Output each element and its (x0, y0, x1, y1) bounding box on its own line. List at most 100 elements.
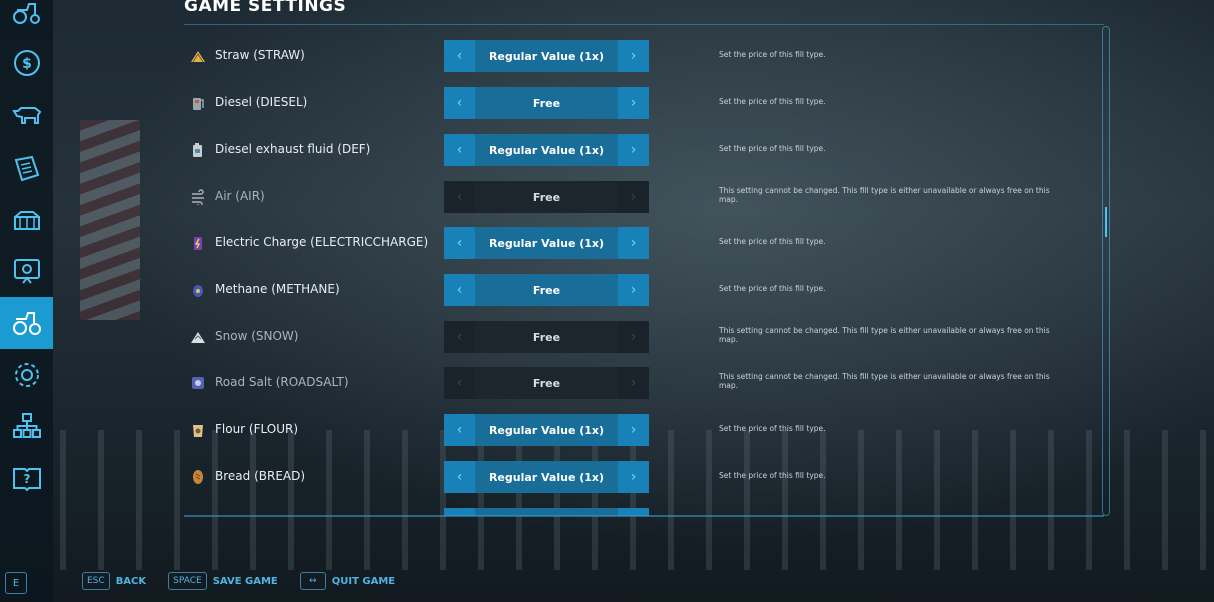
sidebar-item-map[interactable] (0, 251, 53, 291)
price-selector: ‹ Free › (444, 321, 649, 353)
list-bottom-divider (184, 515, 1104, 517)
scrollbar-thumb[interactable] (1105, 207, 1107, 237)
sidebar-item-animals[interactable] (0, 96, 53, 136)
arrow-left-button[interactable]: ‹ (444, 134, 475, 166)
setting-description: Set the price of this fill type. (719, 471, 826, 480)
setting-name: Flour (FLOUR) (215, 422, 299, 436)
setting-description: Set the price of this fill type. (719, 97, 826, 106)
sidebar-item-finances[interactable]: $ (0, 43, 53, 83)
setting-description: This setting cannot be changed. This fil… (719, 372, 1050, 390)
sidebar-item-settings[interactable] (0, 355, 53, 395)
arrow-right-button[interactable]: › (618, 40, 649, 72)
dollar-icon: $ (13, 50, 40, 76)
arrow-right-button: › (618, 321, 649, 353)
arrow-left-button: ‹ (444, 367, 475, 399)
sidebar-item-hierarchy[interactable] (0, 406, 53, 446)
setting-description: Set the price of this fill type. (719, 284, 826, 293)
arrow-right-button[interactable]: › (618, 414, 649, 446)
arrow-left-button[interactable]: ‹ (444, 461, 475, 493)
price-selector: ‹ Regular Value (1x) › (444, 134, 649, 166)
arrow-right-button[interactable]: › (618, 461, 649, 493)
arrow-left-button[interactable]: ‹ (444, 414, 475, 446)
arrow-right-button[interactable]: › (618, 274, 649, 306)
footer-bar: ESC BACK SPACE SAVE GAME ↔ QUIT GAME (82, 572, 395, 590)
sidebar-item-vehicles[interactable] (0, 297, 53, 349)
setting-description: Set the price of this fill type. (719, 237, 826, 246)
sidebar-item-tractor[interactable] (0, 0, 53, 32)
setting-row-methane: Methane (METHANE) ‹ Free › Set the price… (170, 274, 1104, 306)
button-label: BACK (115, 575, 147, 587)
price-value: Regular Value (1x) (475, 40, 618, 72)
hierarchy-icon (12, 413, 41, 438)
price-value: Free (475, 367, 618, 399)
arrow-right-button[interactable]: › (618, 134, 649, 166)
snow-icon (191, 332, 205, 343)
setting-description: Set the price of this fill type. (719, 424, 826, 433)
scrollbar[interactable] (1102, 26, 1110, 516)
arrow-right-button: › (618, 181, 649, 213)
setting-description: This setting cannot be changed. This fil… (719, 186, 1050, 204)
roadsalt-icon (192, 377, 204, 389)
price-value: Regular Value (1x) (475, 461, 618, 493)
gear-icon (14, 363, 39, 387)
price-value: Regular Value (1x) (475, 227, 618, 259)
arrow-right-button[interactable]: › (618, 227, 649, 259)
arrow-right-button[interactable]: › (618, 87, 649, 119)
contracts-icon (14, 155, 39, 182)
setting-description: Set the price of this fill type. (719, 144, 826, 153)
price-value: Free (475, 274, 618, 306)
sidebar-item-production[interactable] (0, 199, 53, 239)
setting-row-electric-charge: Electric Charge (ELECTRICCHARGE) ‹ Regul… (170, 227, 1104, 259)
straw-icon (191, 51, 205, 63)
price-selector: ‹ Regular Value (1x) › (444, 461, 649, 493)
setting-name: Air (AIR) (215, 189, 265, 203)
e-key-hint[interactable]: E (5, 572, 27, 594)
price-value: Regular Value (1x) (475, 414, 618, 446)
help-book-icon: ? (12, 468, 41, 492)
sidebar-item-contracts[interactable] (0, 149, 53, 189)
setting-name: Diesel exhaust fluid (DEF) (215, 142, 371, 156)
setting-row-straw: Straw (STRAW) ‹ Regular Value (1x) › Set… (170, 40, 1104, 72)
production-icon (13, 211, 40, 230)
button-label: SAVE GAME (212, 575, 278, 587)
price-value: Free (475, 87, 618, 119)
arrow-left-button[interactable]: ‹ (444, 274, 475, 306)
setting-row-def: Diesel exhaust fluid (DEF) ‹ Regular Val… (170, 134, 1104, 166)
arrow-left-button[interactable]: ‹ (444, 87, 475, 119)
price-selector: ‹ Regular Value (1x) › (444, 227, 649, 259)
setting-name: Methane (METHANE) (215, 282, 340, 296)
svg-text:$: $ (22, 56, 32, 72)
tractor-icon (12, 3, 40, 24)
arrow-left-button: ‹ (444, 321, 475, 353)
quit-game-button[interactable]: ↔ QUIT GAME (299, 572, 395, 590)
price-selector: ‹ Free › (444, 87, 649, 119)
svg-text:?: ? (23, 472, 30, 486)
price-selector: ‹ Free › (444, 274, 649, 306)
sidebar: $ ? E (0, 0, 53, 602)
setting-name: Snow (SNOW) (215, 329, 299, 343)
price-value: Regular Value (1x) (475, 134, 618, 166)
bread-icon (193, 470, 203, 484)
arrow-left-button[interactable]: ‹ (444, 40, 475, 72)
sidebar-item-help[interactable]: ? (0, 458, 53, 498)
price-selector: ‹ Free › (444, 181, 649, 213)
cow-icon (11, 107, 41, 124)
setting-name: Road Salt (ROADSALT) (215, 375, 349, 389)
price-selector: ‹ Regular Value (1x) › (444, 40, 649, 72)
save-game-button[interactable]: SPACE SAVE GAME (168, 572, 278, 590)
setting-row-bread: Bread (BREAD) ‹ Regular Value (1x) › Set… (170, 461, 1104, 493)
key-hint: ESC (82, 572, 110, 590)
flour-icon (193, 425, 203, 437)
setting-name: Straw (STRAW) (215, 48, 305, 62)
diesel-icon (193, 98, 204, 110)
setting-description: This setting cannot be changed. This fil… (719, 326, 1050, 344)
back-button[interactable]: ESC BACK (82, 572, 146, 590)
arrow-left-button: ‹ (444, 181, 475, 213)
setting-row-air: Air (AIR) ‹ Free › This setting cannot b… (170, 181, 1104, 213)
vehicles-icon (12, 312, 41, 335)
settings-list: Straw (STRAW) ‹ Regular Value (1x) › Set… (170, 26, 1104, 516)
key-hint: ↔ (299, 572, 326, 590)
page-title: GAME SETTINGS (184, 0, 347, 16)
air-icon (192, 189, 204, 205)
arrow-left-button[interactable]: ‹ (444, 227, 475, 259)
